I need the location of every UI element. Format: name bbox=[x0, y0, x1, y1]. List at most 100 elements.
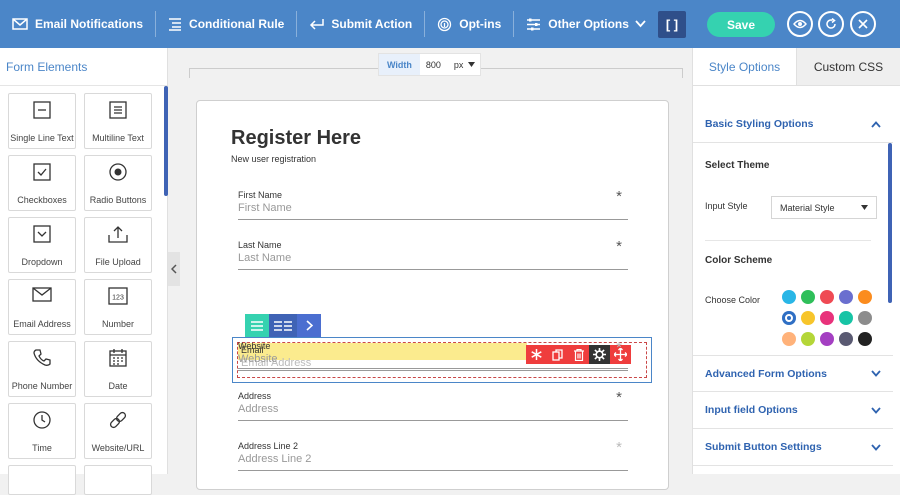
form-canvas: Width 800 px Register Here New user regi… bbox=[180, 48, 692, 490]
field-label: Address bbox=[238, 391, 272, 401]
fullscreen-toggle-button[interactable]: [ ] bbox=[658, 11, 686, 38]
divider bbox=[705, 240, 871, 241]
width-input[interactable]: 800 bbox=[420, 60, 454, 70]
opt-ins-button[interactable]: Opt-ins bbox=[425, 0, 513, 48]
section-advanced-form-options[interactable]: Advanced Form Options bbox=[693, 355, 893, 392]
section-title: Basic Styling Options bbox=[705, 118, 814, 130]
tab-custom-css[interactable]: Custom CSS bbox=[797, 48, 900, 85]
phone-icon bbox=[33, 349, 51, 366]
collapse-panel-button[interactable] bbox=[168, 252, 180, 286]
tab-style-options[interactable]: Style Options bbox=[693, 48, 797, 85]
element-radio-buttons[interactable]: Radio Buttons bbox=[84, 155, 152, 211]
color-swatch[interactable] bbox=[839, 332, 853, 346]
input-style-select[interactable]: Material Style bbox=[771, 196, 877, 219]
color-swatch[interactable] bbox=[801, 290, 815, 304]
form-title: Register Here bbox=[231, 127, 362, 149]
section-submit-button-settings[interactable]: Submit Button Settings bbox=[693, 429, 893, 466]
link-icon bbox=[109, 411, 127, 429]
color-swatch[interactable] bbox=[820, 332, 834, 346]
element-single-line-text[interactable]: Single Line Text bbox=[8, 93, 76, 149]
color-swatch[interactable] bbox=[801, 332, 815, 346]
field-placeholder: Website bbox=[238, 353, 278, 365]
color-swatch[interactable] bbox=[858, 311, 872, 325]
field-label: Last Name bbox=[238, 240, 282, 250]
element-dropdown[interactable]: Dropdown bbox=[8, 217, 76, 273]
element-label: Email Address bbox=[13, 319, 71, 329]
element-website-url[interactable]: Website/URL bbox=[84, 403, 152, 459]
eye-icon bbox=[793, 19, 807, 29]
field-label: Website bbox=[238, 341, 271, 351]
color-swatch[interactable] bbox=[839, 311, 853, 325]
top-toolbar: Email Notifications Conditional Rule Sub… bbox=[0, 0, 900, 48]
other-options-button[interactable]: Other Options bbox=[514, 0, 658, 48]
preview-button[interactable] bbox=[787, 11, 813, 37]
color-swatch[interactable] bbox=[858, 332, 872, 346]
element-time[interactable]: Time bbox=[8, 403, 76, 459]
conditional-rule-label: Conditional Rule bbox=[189, 17, 285, 31]
save-button[interactable]: Save bbox=[707, 12, 775, 37]
input-style-label: Input Style bbox=[705, 201, 748, 211]
element-checkboxes[interactable]: Checkboxes bbox=[8, 155, 76, 211]
section-input-field-options[interactable]: Input field Options bbox=[693, 392, 893, 429]
refresh-icon bbox=[826, 18, 836, 29]
element-more[interactable] bbox=[8, 465, 76, 495]
field-placeholder: Address Line 2 bbox=[238, 453, 312, 465]
element-more[interactable] bbox=[84, 465, 152, 495]
drag-handle-button[interactable] bbox=[245, 314, 269, 337]
field-address[interactable]: Address Address * bbox=[238, 389, 628, 421]
conditional-rule-button[interactable]: Conditional Rule bbox=[156, 0, 296, 48]
element-label: Dropdown bbox=[21, 257, 63, 267]
element-date[interactable]: Date bbox=[84, 341, 152, 397]
color-swatch[interactable] bbox=[839, 290, 853, 304]
caret-down-icon bbox=[468, 62, 476, 67]
element-label: Multiline Text bbox=[92, 133, 144, 143]
element-label: Phone Number bbox=[11, 381, 73, 391]
style-panel-tabs: Style Options Custom CSS bbox=[693, 48, 900, 86]
color-swatch[interactable] bbox=[820, 290, 834, 304]
color-swatch[interactable] bbox=[820, 311, 834, 325]
color-swatch[interactable] bbox=[801, 311, 815, 325]
optional-asterisk: * bbox=[616, 439, 622, 456]
element-number[interactable]: 123 Number bbox=[84, 279, 152, 335]
element-label: Website/URL bbox=[91, 443, 145, 453]
caret-down-icon bbox=[861, 205, 868, 210]
rule-icon bbox=[169, 18, 182, 31]
element-file-upload[interactable]: File Upload bbox=[84, 217, 152, 273]
element-label: Single Line Text bbox=[10, 133, 74, 143]
element-label: Date bbox=[108, 381, 128, 391]
chevron-right-icon bbox=[305, 320, 313, 331]
reset-button[interactable] bbox=[818, 11, 844, 37]
field-address-line-2[interactable]: Address Line 2 Address Line 2 * bbox=[238, 439, 628, 471]
required-asterisk: * bbox=[616, 238, 622, 255]
color-swatch[interactable] bbox=[782, 290, 796, 304]
element-email-address[interactable]: Email Address bbox=[8, 279, 76, 335]
color-swatch[interactable] bbox=[782, 311, 796, 325]
select-theme-heading: Select Theme bbox=[705, 160, 770, 171]
section-title: Input field Options bbox=[705, 404, 798, 416]
field-placeholder: Address bbox=[238, 403, 279, 415]
field-first-name[interactable]: First Name First Name * bbox=[238, 188, 628, 220]
field-last-name[interactable]: Last Name Last Name * bbox=[238, 238, 628, 270]
clock-icon bbox=[33, 411, 51, 429]
email-notifications-button[interactable]: Email Notifications bbox=[0, 0, 155, 48]
submit-action-button[interactable]: Submit Action bbox=[297, 0, 424, 48]
left-panel-scrollbar[interactable] bbox=[164, 86, 168, 196]
expand-toolbar-button[interactable] bbox=[297, 314, 321, 337]
field-label: Address Line 2 bbox=[238, 441, 299, 451]
field-toolbar bbox=[245, 314, 321, 337]
color-swatch[interactable] bbox=[782, 332, 796, 346]
color-swatch[interactable] bbox=[858, 290, 872, 304]
submit-action-label: Submit Action bbox=[331, 17, 413, 31]
element-label: File Upload bbox=[95, 257, 141, 267]
element-multiline-text[interactable]: Multiline Text bbox=[84, 93, 152, 149]
close-button[interactable] bbox=[850, 11, 876, 37]
field-website[interactable]: Website Website * bbox=[238, 339, 628, 371]
columns-button[interactable] bbox=[269, 314, 297, 337]
mail-icon bbox=[32, 287, 52, 302]
section-basic-styling[interactable]: Basic Styling Options bbox=[693, 106, 893, 143]
element-phone-number[interactable]: Phone Number bbox=[8, 341, 76, 397]
width-unit-select[interactable]: px bbox=[454, 60, 464, 70]
right-panel-scrollbar[interactable] bbox=[888, 143, 892, 303]
color-scheme-heading: Color Scheme bbox=[705, 255, 773, 266]
close-icon bbox=[858, 19, 868, 29]
